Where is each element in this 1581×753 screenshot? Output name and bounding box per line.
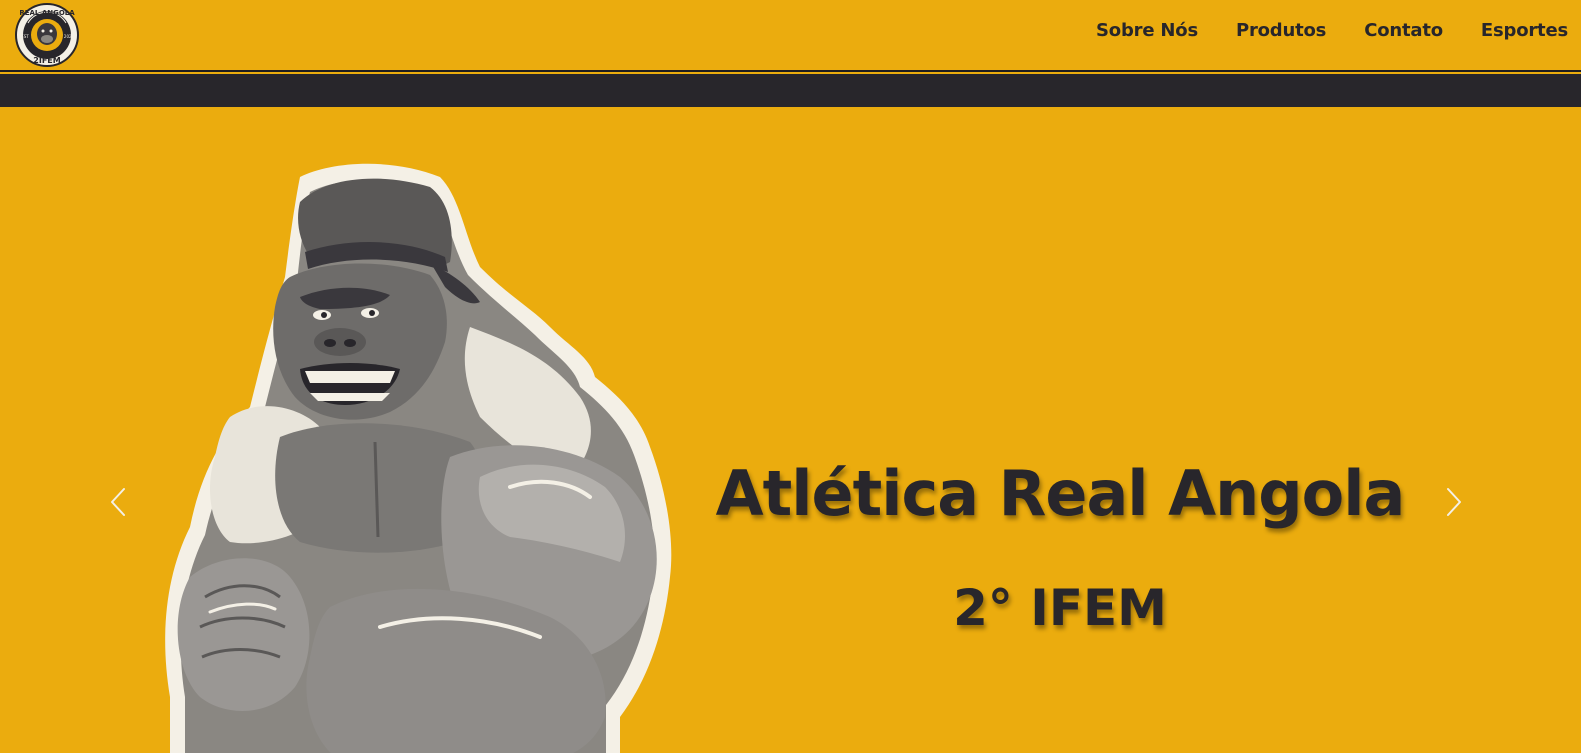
carousel-prev-button[interactable] [104, 487, 134, 517]
nav-produtos[interactable]: Produtos [1236, 20, 1326, 41]
logo-text-bottom: 2IFEM [33, 56, 60, 65]
hero-carousel: Atlética Real Angola 2° IFEM [0, 107, 1581, 753]
top-navbar: REAL ANGOLA 2IFEM EST 2022 Sobre Nós Pro… [0, 0, 1581, 72]
dark-divider-bar [0, 74, 1581, 107]
hero-subtitle: 2° IFEM [953, 579, 1167, 637]
chevron-right-icon [1447, 488, 1461, 516]
logo-text-top: REAL ANGOLA [19, 9, 75, 17]
chevron-left-icon [111, 488, 125, 516]
nav-esportes[interactable]: Esportes [1481, 20, 1568, 41]
carousel-next-button[interactable] [1438, 487, 1468, 517]
hero-title: Atlética Real Angola [715, 457, 1406, 530]
brand-logo[interactable]: REAL ANGOLA 2IFEM EST 2022 [13, 3, 81, 67]
logo-est-right: 2022 [64, 34, 75, 39]
gorilla-mascot-icon [165, 163, 672, 753]
logo-est-left: EST [21, 34, 29, 39]
main-nav: Sobre Nós Produtos Contato Esportes [1096, 20, 1568, 41]
nav-sobre-nos[interactable]: Sobre Nós [1096, 20, 1198, 41]
nav-contato[interactable]: Contato [1364, 20, 1443, 41]
